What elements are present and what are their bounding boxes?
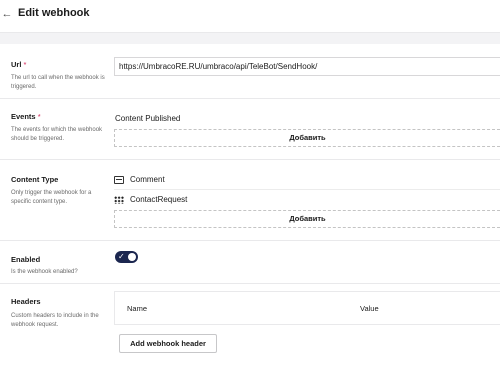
- enabled-label: Enabled: [11, 255, 41, 264]
- events-label-text: Events: [11, 112, 36, 121]
- url-label: Url *: [11, 60, 26, 69]
- grid-icon: [114, 195, 124, 204]
- divider: [0, 283, 500, 284]
- url-description: The url to call when the webhook is trig…: [11, 75, 105, 90]
- headers-table: Name Value: [114, 291, 500, 325]
- url-input[interactable]: [114, 57, 500, 76]
- divider: [0, 240, 500, 241]
- required-mark: *: [23, 60, 27, 69]
- content-type-item-label: Comment: [130, 175, 165, 184]
- required-mark: *: [37, 112, 41, 121]
- checkmark-icon: ✓: [118, 252, 125, 261]
- document-icon: [114, 175, 124, 184]
- event-item: Content Published: [115, 114, 181, 123]
- add-content-type-button[interactable]: Добавить: [114, 210, 500, 228]
- column-header-name: Name: [127, 304, 148, 313]
- page-title: Edit webhook: [18, 7, 90, 19]
- headers-description: Custom headers to include in the webhook…: [11, 313, 99, 328]
- divider: [114, 189, 500, 190]
- enabled-toggle[interactable]: ✓: [115, 251, 138, 263]
- add-event-button[interactable]: Добавить: [114, 129, 500, 147]
- content-type-label: Content Type: [11, 175, 59, 184]
- add-webhook-header-button[interactable]: Add webhook header: [119, 334, 217, 353]
- divider: [0, 159, 500, 160]
- content-type-description: Only trigger the webhook for a specific …: [11, 190, 92, 205]
- content-type-item-comment[interactable]: Comment: [114, 171, 165, 189]
- events-description: The events for which the webhook should …: [11, 127, 103, 142]
- url-label-text: Url: [11, 60, 22, 69]
- arrow-left-icon[interactable]: ←: [0, 6, 14, 22]
- enabled-description: Is the webhook enabled?: [11, 269, 78, 275]
- page-header: ← Edit webhook: [0, 0, 500, 33]
- content-type-item-label: ContactRequest: [130, 195, 188, 204]
- divider: [0, 98, 500, 99]
- content-type-item-contactrequest[interactable]: ContactRequest: [114, 191, 187, 209]
- headers-label: Headers: [11, 297, 41, 306]
- events-label: Events *: [11, 112, 41, 121]
- toggle-knob: [128, 253, 136, 261]
- column-header-value: Value: [360, 304, 379, 313]
